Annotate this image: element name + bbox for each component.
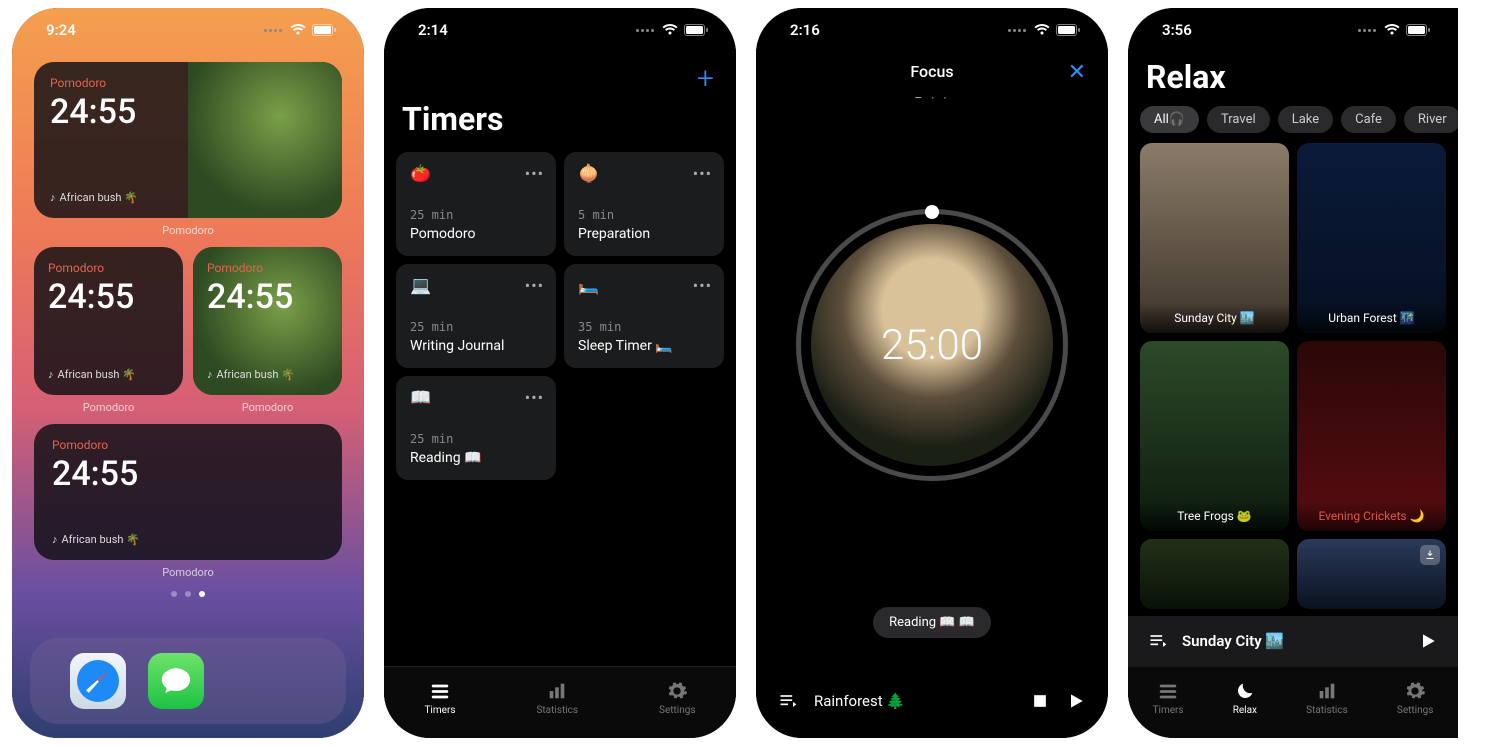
more-icon[interactable]: ••• bbox=[525, 276, 544, 295]
widget-title: Pomodoro bbox=[50, 76, 172, 90]
timer-card[interactable]: 🧅 ••• 5 min Preparation bbox=[564, 152, 724, 256]
status-time: 3:56 bbox=[1162, 21, 1192, 39]
ring-handle-icon bbox=[925, 205, 939, 219]
wifi-icon bbox=[662, 24, 678, 36]
page-indicator[interactable] bbox=[34, 591, 342, 597]
relax-card[interactable] bbox=[1297, 539, 1446, 609]
tab-bar: Timers Statistics Settings bbox=[384, 666, 736, 738]
filter-row: All🎧 Travel Lake Cafe River Wat bbox=[1128, 106, 1458, 143]
screenshot-focus: 2:16 Focus ✕ – · · 25:00 Reading 📖 📖 Rai… bbox=[756, 8, 1108, 738]
playlist-icon[interactable] bbox=[1148, 631, 1168, 651]
battery-icon bbox=[1406, 24, 1430, 36]
tab-timers[interactable]: Timers bbox=[1153, 680, 1184, 716]
pomodoro-widget-small-image[interactable]: Pomodoro 24:55 ♪ African bush 🌴 bbox=[193, 247, 342, 395]
timer-card[interactable]: 💻 ••• 25 min Writing Journal bbox=[396, 264, 556, 368]
playlist-icon[interactable] bbox=[778, 691, 798, 711]
focus-title: Focus bbox=[756, 62, 1108, 81]
timer-name: Pomodoro bbox=[410, 226, 542, 242]
now-playing-bar[interactable]: Sunday City 🏙️ bbox=[1128, 616, 1458, 666]
pomodoro-widget-small[interactable]: Pomodoro 24:55 ♪ African bush 🌴 bbox=[34, 247, 183, 395]
relax-card[interactable]: Tree Frogs 🐸 bbox=[1140, 341, 1289, 531]
tab-bar: Timers Relax Statistics Settings bbox=[1128, 666, 1458, 738]
filter-river[interactable]: River bbox=[1404, 106, 1458, 133]
dock bbox=[30, 638, 346, 724]
status-time: 2:14 bbox=[418, 21, 448, 39]
filter-all[interactable]: All🎧 bbox=[1140, 106, 1199, 133]
filter-cafe[interactable]: Cafe bbox=[1341, 106, 1396, 133]
wifi-icon bbox=[290, 24, 306, 36]
close-button[interactable]: ✕ bbox=[1068, 60, 1086, 85]
tab-settings[interactable]: Settings bbox=[659, 680, 696, 716]
player-bar: Rainforest 🌲 bbox=[756, 674, 1108, 738]
more-icon[interactable]: ••• bbox=[693, 276, 712, 295]
more-icon[interactable]: ••• bbox=[693, 164, 712, 183]
pomodoro-widget-large[interactable]: Pomodoro 24:55 ♪ African bush 🌴 bbox=[34, 62, 342, 218]
pomodoro-widget-medium[interactable]: Pomodoro 24:55 ♪ African bush 🌴 bbox=[34, 424, 342, 560]
download-icon[interactable] bbox=[1420, 545, 1440, 565]
relax-card[interactable] bbox=[1140, 539, 1289, 609]
battery-icon bbox=[1056, 24, 1080, 36]
relax-card[interactable]: Sunday City 🏙️ bbox=[1140, 143, 1289, 333]
widget-time: 24:55 bbox=[50, 92, 172, 132]
relax-card[interactable]: Urban Forest 🌃 bbox=[1297, 143, 1446, 333]
activity-chip[interactable]: Reading 📖 📖 bbox=[873, 607, 991, 638]
safari-app-icon[interactable] bbox=[70, 653, 126, 709]
timer-card[interactable]: 📖 ••• 25 min Reading 📖 bbox=[396, 376, 556, 480]
messages-app-icon[interactable] bbox=[148, 653, 204, 709]
battery-icon bbox=[684, 24, 708, 36]
screenshot-relax: 3:56 Relax All🎧 Travel Lake Cafe River W… bbox=[1128, 8, 1458, 738]
tab-settings[interactable]: Settings bbox=[1397, 680, 1434, 716]
filter-travel[interactable]: Travel bbox=[1207, 106, 1270, 133]
tab-relax[interactable]: Relax bbox=[1233, 680, 1257, 716]
tab-timers[interactable]: Timers bbox=[424, 680, 455, 716]
play-button[interactable] bbox=[1418, 631, 1438, 651]
sound-label: Rainforest 🌲 bbox=[814, 692, 905, 710]
stop-button[interactable] bbox=[1030, 691, 1050, 711]
screenshot-widgets: 9:24 Pomodoro 24:55 ♪ African bush 🌴 Pom… bbox=[12, 8, 364, 738]
filter-lake[interactable]: Lake bbox=[1278, 106, 1333, 133]
status-bar: 9:24 bbox=[12, 8, 364, 52]
now-playing-label: Sunday City 🏙️ bbox=[1182, 632, 1284, 650]
play-button[interactable] bbox=[1066, 691, 1086, 711]
screenshot-timers: 2:14 + Timers 🍅 ••• 25 min Pomodoro 🧅 ••… bbox=[384, 8, 736, 738]
timer-card[interactable]: 🛏️ ••• 35 min Sleep Timer 🛏️ bbox=[564, 264, 724, 368]
timer-value: 25:00 bbox=[881, 321, 983, 370]
timer-emoji-icon: 🍅 bbox=[410, 164, 542, 184]
battery-icon bbox=[312, 24, 336, 36]
wifi-icon bbox=[1384, 24, 1400, 36]
status-time: 9:24 bbox=[46, 21, 76, 39]
tab-statistics[interactable]: Statistics bbox=[1306, 680, 1348, 716]
interval-indicator: – · · bbox=[756, 91, 1108, 105]
timer-ring[interactable]: 25:00 bbox=[796, 209, 1068, 481]
page-title: Timers bbox=[384, 100, 736, 152]
tab-statistics[interactable]: Statistics bbox=[536, 680, 578, 716]
widget-caption: Pomodoro bbox=[34, 224, 342, 237]
wifi-icon bbox=[1034, 24, 1050, 36]
page-title: Relax bbox=[1128, 58, 1458, 106]
more-icon[interactable]: ••• bbox=[525, 388, 544, 407]
widget-image bbox=[188, 62, 342, 218]
add-timer-button[interactable]: + bbox=[697, 64, 714, 94]
relax-card[interactable]: Evening Crickets 🌙 bbox=[1297, 341, 1446, 531]
timer-card[interactable]: 🍅 ••• 25 min Pomodoro bbox=[396, 152, 556, 256]
more-icon[interactable]: ••• bbox=[525, 164, 544, 183]
timer-duration: 25 min bbox=[410, 208, 542, 222]
status-time: 2:16 bbox=[790, 21, 820, 39]
widget-sound: ♪ African bush 🌴 bbox=[50, 191, 172, 204]
